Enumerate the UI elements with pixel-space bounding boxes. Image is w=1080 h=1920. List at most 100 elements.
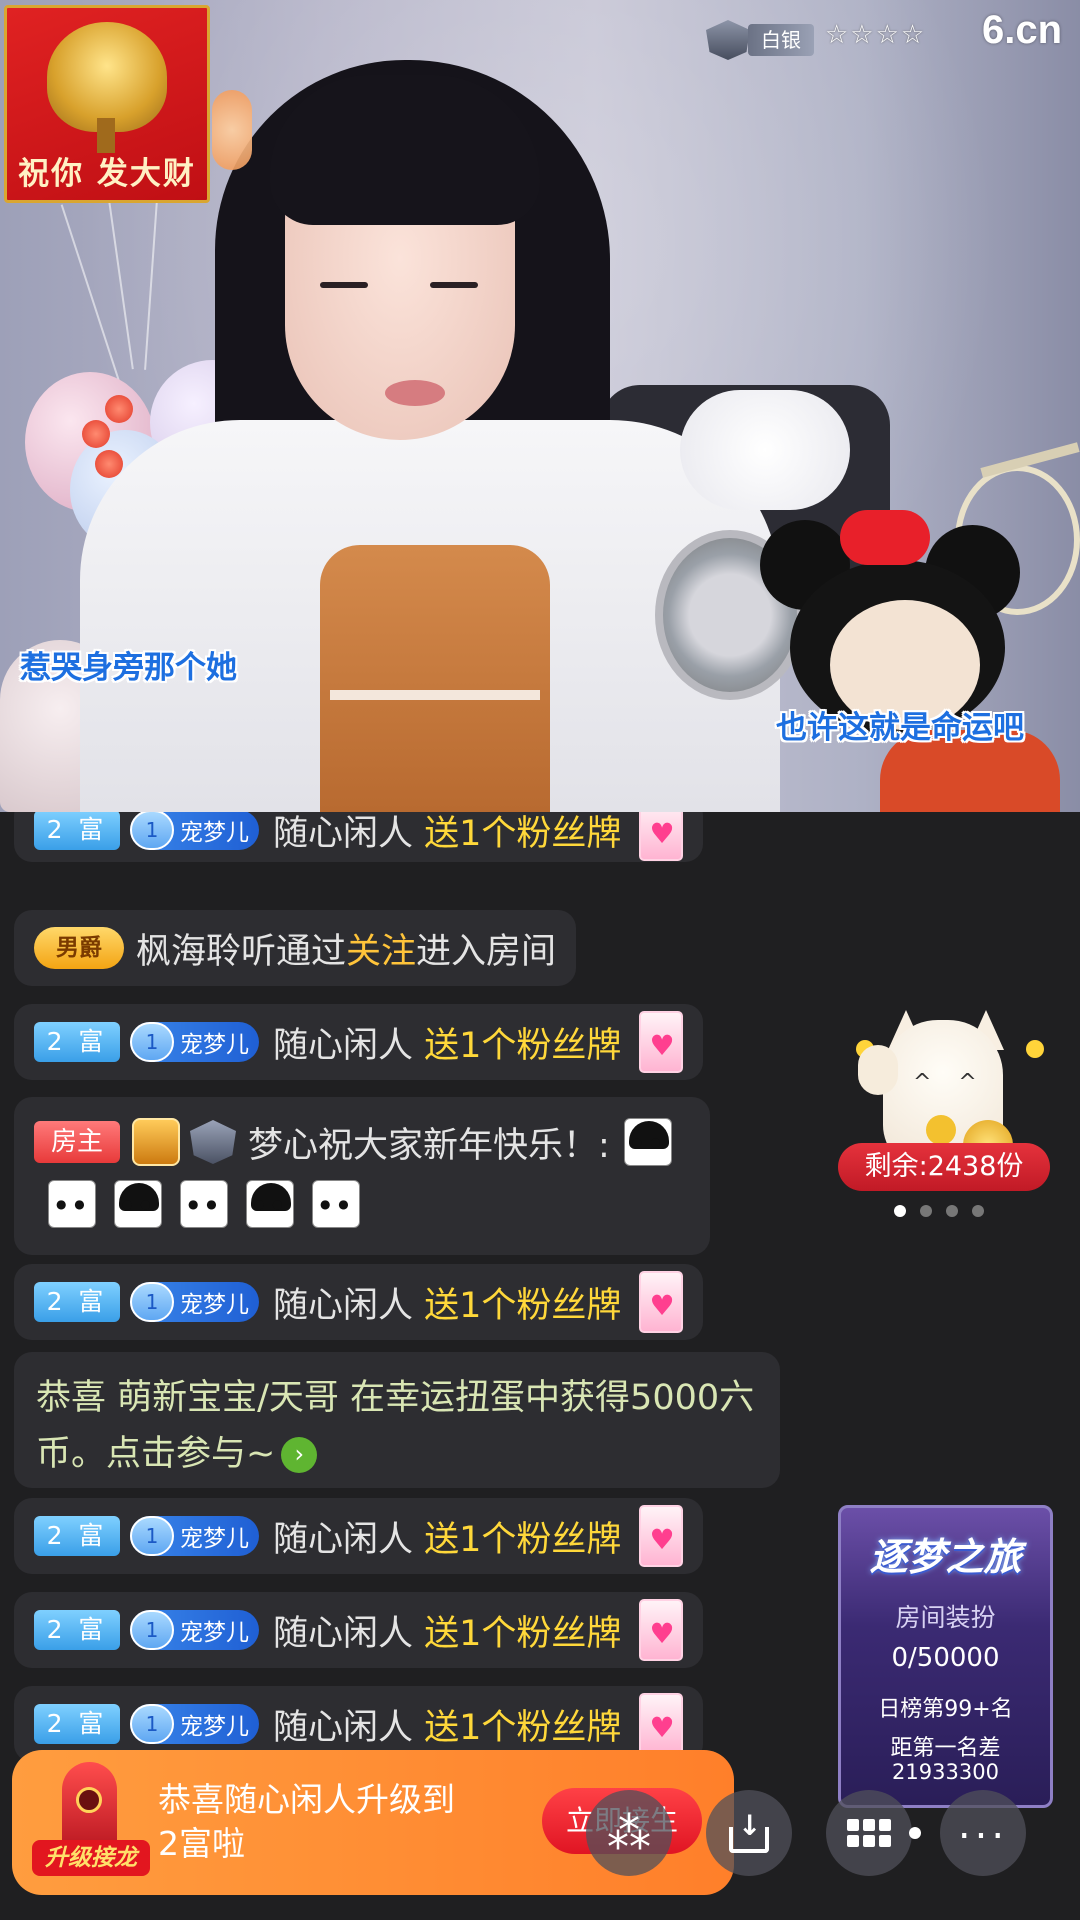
chat-text: 梦心祝大家新年快乐！: (248, 1125, 610, 1166)
fan-badge-gift-icon (639, 812, 684, 861)
grid-menu-icon (847, 1819, 891, 1847)
rocket-window (76, 1787, 102, 1813)
live-room-screen: { "video": { "poster_text": "祝你 发大财", "l… (0, 0, 1080, 1920)
chat-username[interactable]: 随心闲人 (273, 1017, 413, 1068)
fan-level-heart-icon: 1 (130, 1610, 174, 1650)
fan-badge-gift-icon (639, 1505, 684, 1567)
chat-username[interactable]: 随心闲人 (273, 1277, 413, 1328)
fan-club-name: 宠梦儿 (180, 820, 249, 846)
rocket-icon: 升级接龙 (32, 1762, 150, 1882)
fan-club-name: 宠梦儿 (180, 1032, 249, 1058)
wealth-level-badge: 2 富 (34, 1610, 120, 1650)
flower-decoration (212, 90, 252, 170)
lyric-line-left: 惹哭身旁那个她 (20, 650, 237, 686)
emoji-sticker-icon (180, 1180, 228, 1228)
chat-username[interactable]: 随心闲人 (273, 1605, 413, 1656)
gift-button[interactable]: ⁂ (586, 1790, 672, 1876)
fan-club-badge: 1 宠梦儿 (130, 1022, 259, 1062)
emoji-row (34, 1171, 690, 1237)
fan-badge-gift-icon (639, 1693, 684, 1755)
flower-decoration (82, 420, 110, 448)
lyric-line-right: 也许这就是命运吧 (776, 710, 1024, 746)
wealth-level-badge: 2 富 (34, 1022, 120, 1062)
streamer-shirt (320, 545, 550, 812)
host-badge: 房主 (34, 1121, 120, 1163)
chat-text-tail: 进入房间 (416, 931, 557, 972)
more-icon: ... (957, 1802, 1009, 1848)
host-message-line: 房主 梦心祝大家新年快乐！: (34, 1113, 690, 1171)
lucky-draw-text: 恭喜 萌新宝宝/天哥 在幸运扭蛋中获得5000六币。点击参与~ (36, 1378, 755, 1474)
gift-action-text: 送1个粉丝牌 (424, 1285, 622, 1326)
dream-journey-card[interactable]: 逐梦之旅 房间装扮 0/50000 日榜第99+名 距第一名差 21933300 (838, 1505, 1053, 1808)
anchor-rank-label: 白银 (748, 24, 814, 56)
gift-action-text: 送1个粉丝牌 (424, 1707, 622, 1748)
carousel-dot[interactable] (946, 1205, 958, 1217)
carousel-dots (894, 1205, 984, 1217)
streamer-lips (385, 380, 445, 406)
fan-club-name: 宠梦儿 (180, 1620, 249, 1646)
fan-level-heart-icon: 1 (130, 1022, 174, 1062)
chat-message-gift: 2 富 1 宠梦儿 随心闲人 送1个粉丝牌 (14, 812, 704, 862)
follow-link[interactable]: 关注 (346, 923, 416, 974)
journey-title: 逐梦之旅 (869, 1535, 1022, 1579)
chat-message-enter: 男爵 枫海聆听通过 关注 进入房间 (14, 910, 577, 986)
fan-club-badge: 1 宠梦儿 (130, 812, 259, 850)
upgrade-message: 恭喜随心闲人升级到 2富啦 (158, 1780, 455, 1863)
more-button[interactable]: ... (940, 1790, 1026, 1876)
carousel-dot[interactable] (972, 1205, 984, 1217)
poster-text: 祝你 发大财 (18, 156, 196, 192)
carousel-dot[interactable] (894, 1205, 906, 1217)
jacket-fur-collar (680, 390, 850, 510)
fan-level-heart-icon: 1 (130, 1282, 174, 1322)
chat-message-gift: 2 富 1 宠梦儿 随心闲人 送1个粉丝牌 (14, 1592, 704, 1668)
download-icon: ↓ (729, 1809, 769, 1853)
fan-badge-gift-icon (639, 1599, 684, 1661)
level-gold-icon (132, 1118, 180, 1166)
shirt-stripe (330, 690, 540, 700)
fan-level-heart-icon: 1 (130, 1704, 174, 1744)
fan-club-badge: 1 宠梦儿 (130, 1704, 259, 1744)
journey-subtitle: 房间装扮 (895, 1603, 996, 1632)
journey-progress: 0/50000 (891, 1643, 1000, 1673)
lucky-cat-bell (926, 1115, 956, 1145)
chat-username[interactable]: 随心闲人 (273, 812, 413, 856)
wealth-level-badge: 2 富 (34, 1282, 120, 1322)
chat-message-lucky-draw[interactable]: 恭喜 萌新宝宝/天哥 在幸运扭蛋中获得5000六币。点击参与~ › (14, 1352, 780, 1488)
site-logo: 6.cn (982, 8, 1063, 52)
menu-grid-button[interactable] (826, 1790, 912, 1876)
streamer-eye (430, 282, 478, 288)
minnie-bow (840, 510, 930, 565)
chat-message-gift: 2 富 1 宠梦儿 随心闲人 送1个粉丝牌 (14, 1004, 704, 1080)
emoji-sticker-icon (114, 1180, 162, 1228)
chat-username[interactable]: 随心闲人 (273, 1699, 413, 1750)
chat-username[interactable]: 随心闲人 (273, 1511, 413, 1562)
emoji-sticker-icon (246, 1180, 294, 1228)
wealth-level-badge: 2 富 (34, 1704, 120, 1744)
carousel-dot[interactable] (920, 1205, 932, 1217)
chat-message-gift: 2 富 1 宠梦儿 随心闲人 送1个粉丝牌 (14, 1498, 704, 1574)
lucky-cat-remaining[interactable]: 剩余:2438份 (838, 1143, 1050, 1191)
fan-level-heart-icon: 1 (130, 812, 174, 850)
streamer-bangs (270, 75, 540, 225)
gap-label: 距第一名差 (890, 1736, 1001, 1761)
sparkle-icon (1026, 1040, 1044, 1058)
fan-club-badge: 1 宠梦儿 (130, 1516, 259, 1556)
emoji-sticker-icon (312, 1180, 360, 1228)
lucky-cat-paw (858, 1045, 898, 1095)
chat-message-gift: 2 富 1 宠梦儿 随心闲人 送1个粉丝牌 (14, 1264, 704, 1340)
gift-icon: ⁂ (607, 1807, 651, 1859)
live-video[interactable]: 祝你 发大财 惹哭身旁那个她 也许这就是命运吧 白银 ☆☆☆☆ 6.cn (0, 0, 1080, 812)
arrow-right-icon[interactable]: › (281, 1437, 318, 1473)
rank-shield-icon (190, 1120, 236, 1164)
fan-club-name: 宠梦儿 (180, 1714, 249, 1740)
flower-decoration (105, 395, 133, 423)
chat-text: 枫海聆听通过 (136, 931, 347, 972)
rocket-label: 升级接龙 (32, 1840, 150, 1876)
fan-level-heart-icon: 1 (130, 1516, 174, 1556)
fan-badge-gift-icon (639, 1271, 684, 1333)
lucky-cat-face: ^ ^ (913, 1070, 987, 1095)
gift-action-text: 送1个粉丝牌 (424, 813, 622, 854)
download-button[interactable]: ↓ (706, 1790, 792, 1876)
wealth-level-badge: 2 富 (34, 1516, 120, 1556)
money-tree-image (47, 22, 167, 132)
